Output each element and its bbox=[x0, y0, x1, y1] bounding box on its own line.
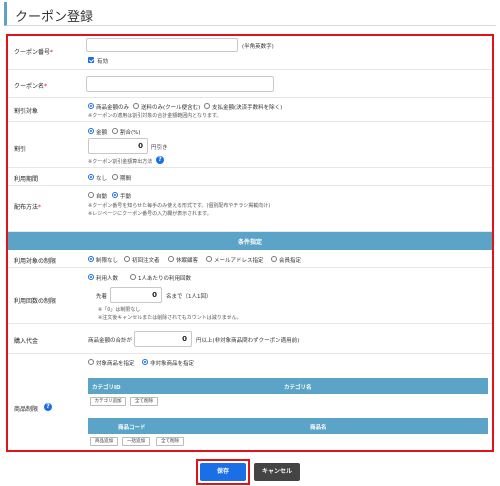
product-limit-label: 商品制限 bbox=[14, 406, 39, 413]
usage-limit-unit: 名まで（1人1回） bbox=[166, 294, 212, 300]
target-limit-option-2: 休眠顧客 bbox=[176, 258, 199, 264]
coupon-code-input[interactable] bbox=[86, 38, 238, 52]
product-delete-all-button[interactable]: 全て削除 bbox=[156, 437, 184, 446]
usage-limit-radio-0[interactable] bbox=[88, 274, 94, 280]
page-title: クーポン登録 bbox=[15, 10, 94, 25]
usage-limit-option-0: 利用人数 bbox=[96, 276, 119, 282]
usage-limit-radio-1[interactable] bbox=[130, 274, 136, 280]
usage-limit-prefix: 先着 bbox=[96, 294, 108, 300]
product-name-column: 商品名 bbox=[310, 425, 327, 431]
discount-target-radio-2[interactable] bbox=[204, 103, 210, 109]
target-limit-radio-3[interactable] bbox=[206, 256, 212, 262]
category-name-column: カテゴリ名 bbox=[284, 385, 312, 391]
period-radio-none[interactable] bbox=[88, 174, 94, 180]
distribution-option-manual: 手動 bbox=[120, 194, 132, 200]
conditions-section-bar: 条件指定 bbox=[8, 232, 492, 250]
coupon-form: クーポン番号* (半角英数字) 有効 クーポン名* 割引対象 商品金額のみ 送料… bbox=[6, 34, 494, 452]
active-checkbox[interactable] bbox=[88, 57, 94, 63]
discount-radio-amount[interactable] bbox=[88, 128, 94, 134]
row-coupon-code: クーポン番号* (半角英数字) 有効 bbox=[8, 36, 492, 70]
discount-unit: 円引き bbox=[151, 145, 168, 151]
save-button[interactable]: 保存 bbox=[200, 463, 246, 481]
product-limit-radio-0[interactable] bbox=[88, 359, 94, 365]
distribution-option-auto: 自動 bbox=[96, 194, 108, 200]
coupon-name-label: クーポン名* bbox=[14, 83, 48, 90]
target-limit-option-4: 会員指定 bbox=[279, 258, 302, 264]
row-coupon-name: クーポン名* bbox=[8, 70, 492, 98]
target-limit-radio-2[interactable] bbox=[168, 256, 174, 262]
product-bulk-add-button[interactable]: 一括追加 bbox=[122, 437, 150, 446]
discount-option-amount: 金額 bbox=[96, 130, 108, 136]
purchase-amount-unit: 円以上(非対象商品問わずクーポン適用前) bbox=[196, 338, 300, 344]
distribution-note-1: ※クーポン番号を知らせた毎手のみ使える形式です。(個別配布やチラシ掲載向け) bbox=[88, 203, 271, 209]
category-id-column: カテゴリID bbox=[92, 385, 121, 391]
period-label: 利用期間 bbox=[14, 176, 39, 183]
category-table-header: カテゴリID カテゴリ名 bbox=[88, 378, 488, 394]
row-discount: 割引 金額 割合(%) 0 円引き ※クーポン割引金額算出方法 ? bbox=[8, 122, 492, 168]
usage-limit-label: 利用回数の制限 bbox=[14, 298, 57, 305]
distribution-note-2: ※レジページにクーポン番号の入力欄が表示されます。 bbox=[88, 211, 212, 217]
row-usage-limit: 利用回数の制限 利用人数 1人あたりの利用回数 先着 0 名まで（1人1回） ※… bbox=[8, 268, 492, 324]
cancel-button[interactable]: キャンセル bbox=[254, 463, 300, 481]
product-limit-radio-1[interactable] bbox=[142, 359, 148, 365]
discount-target-option-0: 商品金額のみ bbox=[96, 105, 130, 111]
target-limit-radio-1[interactable] bbox=[124, 256, 130, 262]
target-limit-option-3: メールアドレス指定 bbox=[214, 258, 264, 264]
discount-target-option-1: 送料のみ(クール便含む) bbox=[141, 105, 201, 111]
coupon-code-label: クーポン番号* bbox=[14, 49, 54, 56]
discount-radio-percent[interactable] bbox=[112, 128, 118, 134]
target-limit-label: 利用対象の制限 bbox=[14, 258, 57, 265]
row-discount-target: 割引対象 商品金額のみ 送料のみ(クール便含む) 支払金額(決済手数料を除く) … bbox=[8, 98, 492, 122]
product-add-button[interactable]: 商品追加 bbox=[90, 437, 118, 446]
coupon-code-hint: (半角英数字) bbox=[242, 44, 274, 50]
purchase-amount-prefix: 商品金額の合計が bbox=[88, 338, 133, 344]
target-limit-option-0: 制限なし bbox=[96, 258, 119, 264]
period-option-none: なし bbox=[96, 176, 108, 182]
period-option-range: 期間 bbox=[120, 176, 132, 182]
category-add-button[interactable]: カテゴリ追加 bbox=[90, 397, 126, 406]
distribution-radio-manual[interactable] bbox=[112, 192, 118, 198]
discount-target-label: 割引対象 bbox=[14, 108, 39, 115]
discount-target-radio-0[interactable] bbox=[88, 103, 94, 109]
row-target-limit: 利用対象の制限 制限なし 初回注文者 休眠顧客 メールアドレス指定 会員指定 bbox=[8, 250, 492, 268]
coupon-name-input[interactable] bbox=[86, 76, 274, 92]
usage-limit-option-1: 1人あたりの利用回数 bbox=[138, 276, 191, 282]
product-limit-option-0: 対象商品を指定 bbox=[96, 361, 135, 367]
active-checkbox-label: 有効 bbox=[97, 59, 109, 65]
product-limit-option-1: 非対象商品を指定 bbox=[150, 361, 195, 367]
discount-help-icon[interactable]: ? bbox=[156, 156, 164, 164]
product-table-header: 商品コード 商品名 bbox=[88, 418, 488, 434]
purchase-amount-input[interactable]: 0 bbox=[134, 331, 192, 347]
discount-target-note: ※クーポンの適用は割引対象の合計金額範囲内となります。 bbox=[88, 113, 222, 119]
product-code-column: 商品コード bbox=[118, 425, 146, 431]
row-purchase-amount: 購入代金 商品金額の合計が 0 円以上(非対象商品問わずクーポン適用前) bbox=[8, 324, 492, 354]
row-distribution: 配布方法* 自動 手動 ※クーポン番号を知らせた毎手のみ使える形式です。(個別配… bbox=[8, 186, 492, 232]
row-product-limit: 商品制限 ? 対象商品を指定 非対象商品を指定 カテゴリID カテゴリ名 カテゴ… bbox=[8, 354, 492, 450]
usage-limit-note-2: ※注文後キャンセルまたは削除されてもカウントは減りません。 bbox=[98, 315, 242, 321]
discount-target-option-2: 支払金額(決済手数料を除く) bbox=[212, 105, 283, 111]
page-header: クーポン登録 bbox=[4, 2, 496, 26]
usage-limit-input[interactable]: 0 bbox=[110, 287, 162, 303]
discount-note: ※クーポン割引金額算出方法 bbox=[88, 159, 153, 165]
target-limit-radio-4[interactable] bbox=[271, 256, 277, 262]
distribution-radio-auto[interactable] bbox=[88, 192, 94, 198]
target-limit-option-1: 初回注文者 bbox=[132, 258, 160, 264]
product-limit-help-icon[interactable]: ? bbox=[44, 403, 52, 411]
period-radio-range[interactable] bbox=[112, 174, 118, 180]
discount-option-percent: 割合(%) bbox=[120, 130, 141, 136]
target-limit-radio-0[interactable] bbox=[88, 256, 94, 262]
discount-label: 割引 bbox=[14, 146, 27, 153]
distribution-label: 配布方法* bbox=[14, 204, 42, 211]
purchase-amount-label: 購入代金 bbox=[14, 338, 39, 345]
usage-limit-note-1: ※「0」は制限なし bbox=[98, 307, 141, 313]
row-period: 利用期間 なし 期間 bbox=[8, 168, 492, 186]
conditions-title: 条件指定 bbox=[237, 239, 262, 246]
discount-value-input[interactable]: 0 bbox=[88, 138, 148, 154]
category-delete-all-button[interactable]: 全て削除 bbox=[130, 397, 158, 406]
discount-target-radio-1[interactable] bbox=[133, 103, 139, 109]
